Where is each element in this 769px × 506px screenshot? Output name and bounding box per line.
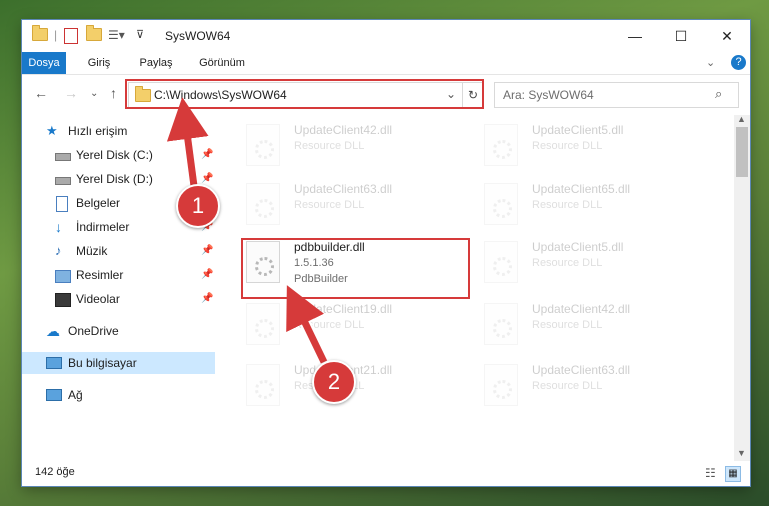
- annotation-arrows: [166, 97, 330, 368]
- step-badge-2: 2: [312, 360, 356, 404]
- explorer-window: | ☰▾ ⊽ SysWOW64 — ☐ ✕ Dosya Giriş Paylaş…: [22, 20, 750, 486]
- step-badge-1: 1: [176, 184, 220, 228]
